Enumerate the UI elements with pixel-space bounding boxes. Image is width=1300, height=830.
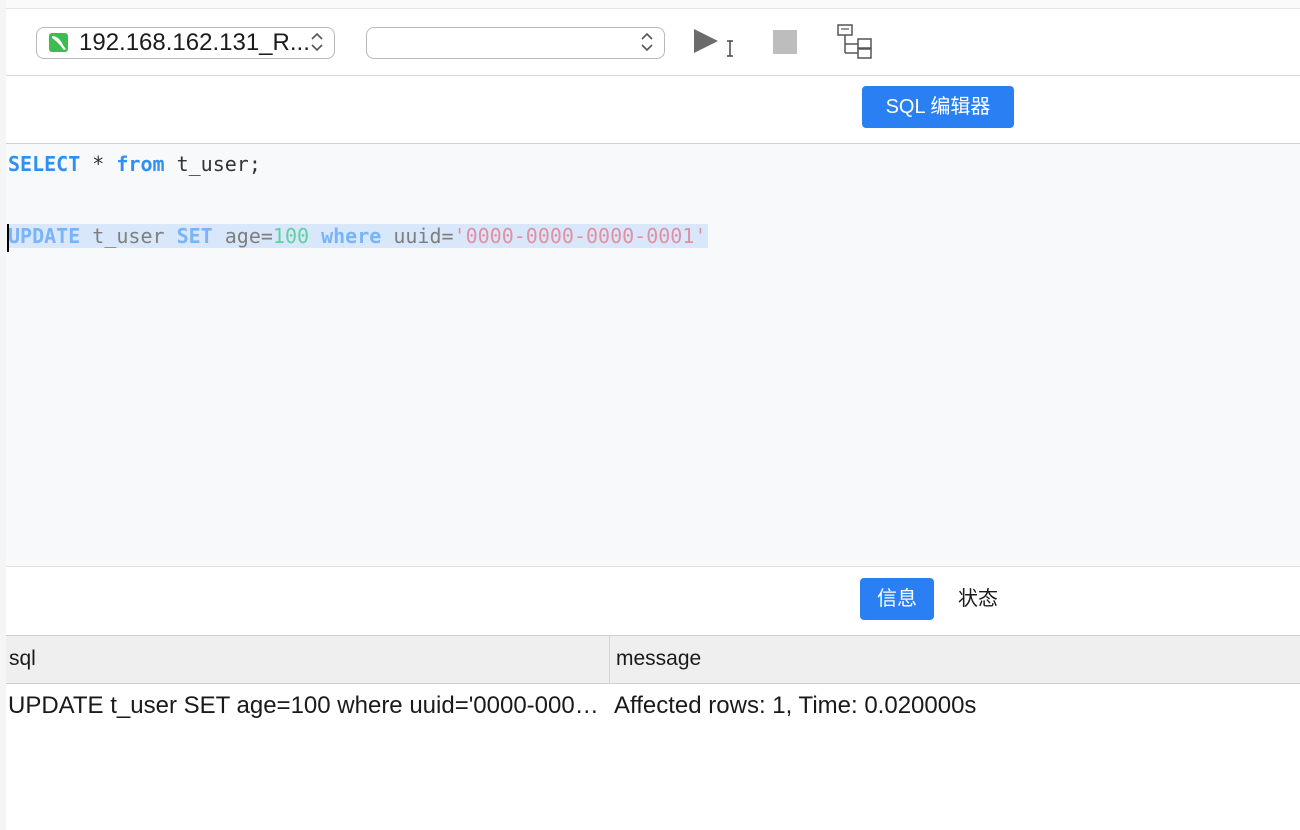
code-line-3-selected: UPDATE t_user SET age=100 where uuid='00… [8, 224, 709, 248]
results-header: 信息 状态 [6, 567, 1300, 636]
cell-sql: UPDATE t_user SET age=100 where uuid='00… [8, 692, 608, 719]
top-strip [6, 0, 1300, 9]
run-icon [694, 29, 733, 57]
tab-status[interactable]: 状态 [946, 578, 1010, 620]
stop-button[interactable] [766, 23, 814, 63]
database-select[interactable] [366, 27, 665, 59]
editor-header: SQL 编辑器 [6, 76, 1300, 144]
run-button[interactable] [688, 23, 736, 63]
table-header: sql message [6, 636, 1300, 684]
table-row[interactable]: UPDATE t_user SET age=100 where uuid='00… [6, 684, 1300, 728]
stop-icon [773, 30, 797, 54]
cell-message: Affected rows: 1, Time: 0.020000s [614, 692, 977, 719]
chevron-updown-icon [311, 32, 323, 52]
results-table: sql message UPDATE t_user SET age=100 wh… [6, 636, 1300, 830]
explain-button[interactable] [832, 23, 880, 63]
connection-select[interactable]: 192.168.162.131_R... [36, 27, 335, 59]
connection-label: 192.168.162.131_R... [79, 30, 310, 56]
explain-icon [837, 24, 872, 59]
code-line-1: SELECT * from t_user; [8, 152, 261, 176]
text-caret [7, 224, 9, 252]
toolbar: 192.168.162.131_R... [6, 9, 1300, 76]
tab-info[interactable]: 信息 [860, 578, 934, 620]
sql-editor[interactable]: SELECT * from t_user; UPDATE t_user SET … [6, 144, 1300, 567]
column-header-sql[interactable]: sql [6, 636, 610, 683]
sql-editor-tab[interactable]: SQL 编辑器 [862, 86, 1014, 128]
column-header-message[interactable]: message [611, 636, 1291, 683]
chevron-updown-icon [641, 32, 653, 52]
dolphin-icon [49, 33, 68, 52]
